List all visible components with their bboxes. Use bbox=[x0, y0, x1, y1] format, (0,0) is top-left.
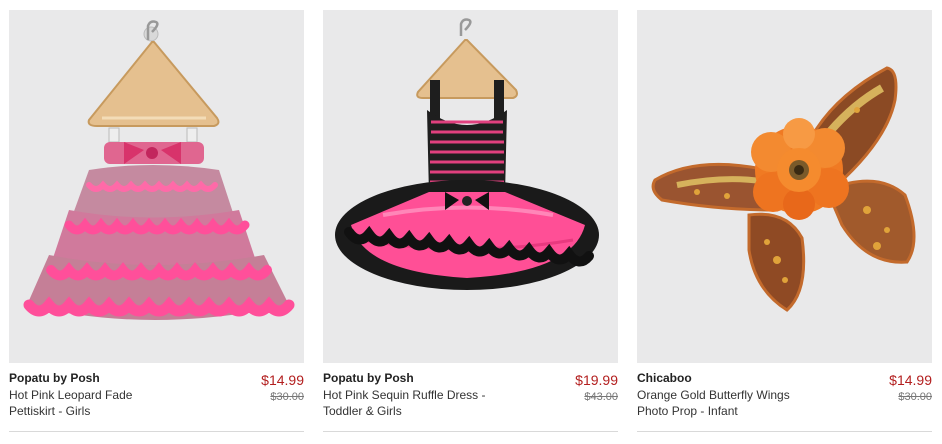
product-info: Chicaboo Orange Gold Butterfly Wings Pho… bbox=[637, 371, 932, 432]
product-name-line: Hot Pink Leopard Fade bbox=[9, 388, 133, 402]
product-info: Popatu by Posh Hot Pink Leopard Fade Pet… bbox=[9, 371, 304, 432]
product-name[interactable]: Orange Gold Butterfly Wings Photo Prop -… bbox=[637, 387, 827, 419]
product-image[interactable] bbox=[9, 10, 304, 363]
product-card[interactable]: Popatu by Posh Hot Pink Sequin Ruffle Dr… bbox=[323, 10, 618, 432]
product-brand[interactable]: Popatu by Posh bbox=[323, 371, 414, 385]
product-name-line: Pettiskirt - Girls bbox=[9, 404, 91, 418]
product-card[interactable]: Popatu by Posh Hot Pink Leopard Fade Pet… bbox=[9, 10, 304, 432]
product-image[interactable] bbox=[637, 10, 932, 363]
product-name-line: Orange Gold Butterfly Wings bbox=[637, 388, 790, 402]
product-brand[interactable]: Chicaboo bbox=[637, 371, 692, 385]
product-name-line: Photo Prop - Infant bbox=[637, 404, 738, 418]
product-name-line: Hot Pink Sequin Ruffle Dress - bbox=[323, 388, 486, 402]
sale-price: $19.99 bbox=[575, 372, 618, 388]
product-name-line: Toddler & Girls bbox=[323, 404, 402, 418]
product-image[interactable] bbox=[323, 10, 618, 363]
product-name[interactable]: Hot Pink Sequin Ruffle Dress - Toddler &… bbox=[323, 387, 513, 419]
original-price: $30.00 bbox=[270, 391, 304, 403]
sale-price: $14.99 bbox=[889, 372, 932, 388]
product-name[interactable]: Hot Pink Leopard Fade Pettiskirt - Girls bbox=[9, 387, 199, 419]
product-brand[interactable]: Popatu by Posh bbox=[9, 371, 100, 385]
product-card[interactable]: Chicaboo Orange Gold Butterfly Wings Pho… bbox=[637, 10, 932, 432]
original-price: $30.00 bbox=[898, 391, 932, 403]
original-price: $43.00 bbox=[584, 391, 618, 403]
product-grid: Popatu by Posh Hot Pink Leopard Fade Pet… bbox=[0, 0, 942, 444]
sale-price: $14.99 bbox=[261, 372, 304, 388]
product-info: Popatu by Posh Hot Pink Sequin Ruffle Dr… bbox=[323, 371, 618, 432]
